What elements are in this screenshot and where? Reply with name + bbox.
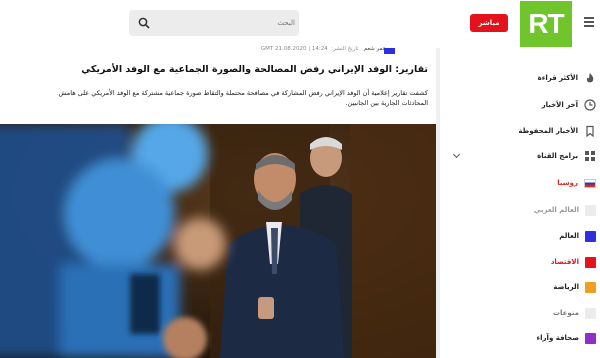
search-box[interactable] bbox=[129, 10, 299, 36]
photo-illustration bbox=[0, 124, 436, 358]
article-lead: كشفت تقارير إعلامية أن الوفد الإيراني رف… bbox=[58, 89, 428, 107]
russia-flag-icon bbox=[584, 178, 596, 188]
sidebar-item-label: الرياضة bbox=[553, 283, 579, 291]
fire-icon bbox=[586, 73, 594, 83]
square-icon bbox=[585, 332, 596, 344]
sidebar-item-label: العالم bbox=[559, 232, 579, 240]
sidebar-item-label: الاقتصاد bbox=[550, 258, 579, 266]
article: عمر شعم تاريخ النشر: 14:24 | 21.08.2020 … bbox=[0, 46, 436, 358]
sidebar-item-press[interactable]: صحافة وآراء bbox=[537, 331, 596, 345]
sidebar-item-variety[interactable]: منوعات bbox=[553, 306, 596, 320]
sidebar-item-world[interactable]: العالم bbox=[559, 229, 596, 243]
article-headline: تقارير: الوفد الإيراني رفض المصالحة والص… bbox=[81, 64, 428, 75]
grid-icon bbox=[585, 151, 595, 161]
sidebar-item-latest[interactable]: آخر الأخبار bbox=[542, 98, 596, 112]
sidebar-item-saved[interactable]: الأخبار المحفوظة bbox=[518, 124, 596, 138]
square-icon bbox=[585, 256, 596, 268]
sidebar: الأكثر قراءة آخر الأخبار الأخبار المحفوظ… bbox=[440, 48, 600, 358]
sidebar-item-label: الأخبار المحفوظة bbox=[518, 127, 578, 135]
search-icon[interactable] bbox=[138, 17, 150, 29]
clock-icon bbox=[584, 99, 596, 111]
article-meta: عمر شعم تاريخ النشر: 14:24 | 21.08.2020 … bbox=[261, 46, 386, 52]
square-icon bbox=[585, 230, 596, 242]
sidebar-item-economy[interactable]: الاقتصاد bbox=[551, 255, 596, 269]
chevron-down-icon[interactable] bbox=[452, 150, 461, 159]
sidebar-item-most-read[interactable]: الأكثر قراءة bbox=[538, 71, 596, 85]
sidebar-item-russia[interactable]: روسيا bbox=[557, 176, 596, 190]
sidebar-item-label: الأكثر قراءة bbox=[537, 74, 578, 82]
live-button[interactable]: مباشر bbox=[470, 14, 508, 32]
square-icon bbox=[585, 281, 596, 293]
square-icon bbox=[585, 204, 596, 216]
sidebar-item-label: آخر الأخبار bbox=[541, 101, 578, 109]
sidebar-item-label: روسيا bbox=[557, 179, 578, 187]
rt-logo[interactable]: RT bbox=[520, 1, 572, 47]
top-header: RT مباشر bbox=[0, 0, 600, 48]
bookmark-icon bbox=[586, 125, 594, 137]
sidebar-item-label: برامج القناة bbox=[537, 152, 578, 160]
sidebar-item-label: العالم العربي bbox=[533, 206, 579, 214]
square-icon bbox=[585, 307, 596, 319]
publish-date: 14:24 | 21.08.2020 GMT bbox=[260, 46, 328, 52]
sidebar-item-programs[interactable]: برامج القناة bbox=[537, 149, 596, 163]
sidebar-item-label: صحافة وآراء bbox=[536, 334, 579, 342]
author-name[interactable]: عمر شعم bbox=[364, 46, 386, 52]
search-input[interactable] bbox=[155, 14, 295, 32]
sidebar-item-arab-world[interactable]: العالم العربي bbox=[534, 203, 596, 217]
date-label: تاريخ النشر: bbox=[331, 46, 359, 52]
menu-icon[interactable] bbox=[584, 17, 594, 27]
article-photo[interactable] bbox=[0, 124, 436, 358]
sidebar-item-label: منوعات bbox=[552, 309, 579, 317]
sidebar-item-sports[interactable]: الرياضة bbox=[553, 280, 596, 294]
